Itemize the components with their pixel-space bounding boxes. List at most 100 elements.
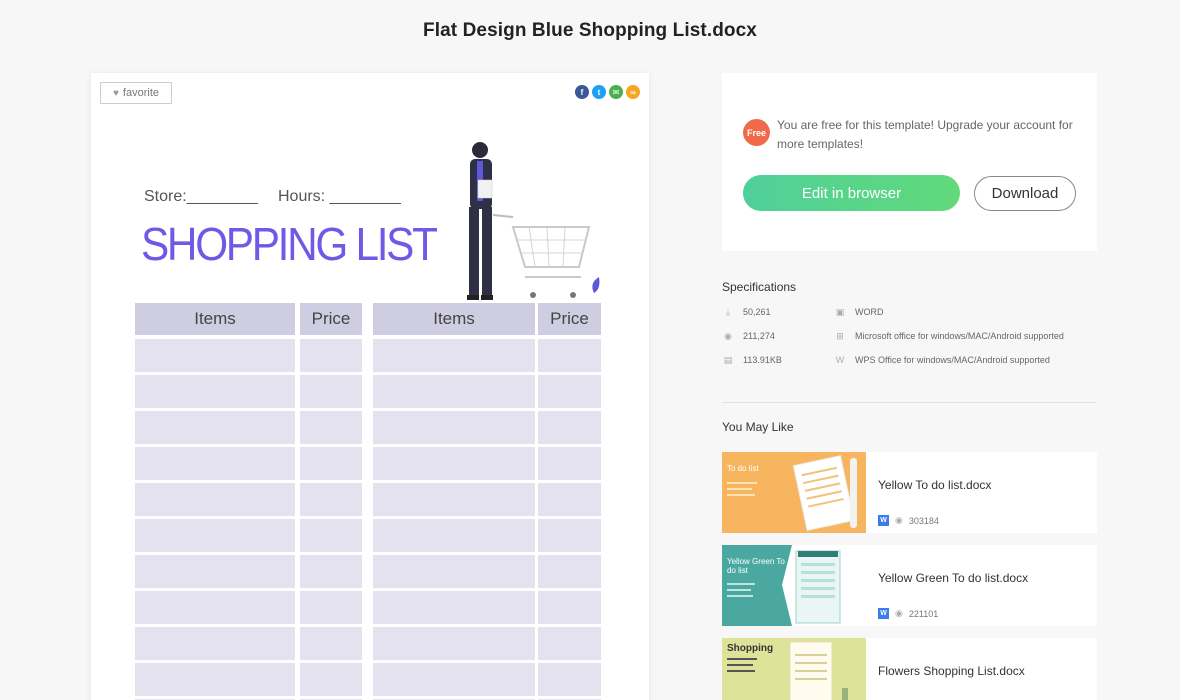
spec-format: ▣ WORD [834,306,884,318]
wps-icon: W [835,355,845,365]
free-badge: Free [743,119,770,146]
section-divider [722,402,1097,403]
recommended-item[interactable]: To do list Yellow To do list.docx W ◉ 30… [722,452,1097,533]
specifications-title: Specifications [722,280,797,294]
spec-views: ◉ 211,274 [722,330,775,342]
favorite-label: favorite [122,87,159,99]
table-cell [373,339,535,372]
table-cell [373,375,535,408]
edit-in-browser-button[interactable]: Edit in browser [743,175,960,211]
table-cell [135,411,295,444]
table-cell [300,447,362,480]
recommended-meta: W ◉ 221101 [878,608,938,619]
doc-heading: SHOPPING LIST [141,218,438,270]
heart-icon: ♥ [112,87,119,99]
template-preview: ♥ favorite f t ✉ ∞ Store:________ Hours:… [91,73,649,700]
recommended-item[interactable]: Shopping Flowers Shopping List.docx [722,638,1097,700]
table-cell [538,411,601,444]
table-cell [135,555,295,588]
column-header-price: Price [300,303,362,335]
table-cell [300,591,362,624]
share-bar: f t ✉ ∞ [575,85,640,99]
table-cell [300,411,362,444]
table-cell [135,663,295,696]
table-cell [373,591,535,624]
table-cell [300,483,362,516]
table-cell [373,627,535,660]
page-title: Flat Design Blue Shopping List.docx [423,20,757,41]
table-cell [538,375,601,408]
column-header-items: Items [135,303,295,335]
column-header-price: Price [538,303,601,335]
recommended-views: 221101 [908,608,939,619]
spec-downloads-value: 50,261 [743,307,771,317]
spec-size-value: 113.91KB [743,355,782,365]
table-cell [538,591,601,624]
spec-format-value: WORD [855,307,884,317]
table-cell [373,663,535,696]
table-cell [135,591,295,624]
recommended-title: Yellow Green To do list.docx [878,571,1029,585]
table-cell [373,411,535,444]
table-cell [300,375,362,408]
table-cell [135,483,295,516]
spec-compat-wps-value: WPS Office for windows/MAC/Android suppo… [855,355,1050,365]
table-cell [373,447,535,480]
twitter-icon[interactable]: t [592,85,606,99]
shopper-illustration [467,142,600,300]
spec-compat-wps: W WPS Office for windows/MAC/Android sup… [834,354,1050,366]
free-message: You are free for this template! Upgrade … [777,118,1073,151]
table-cell [135,627,295,660]
document-format-icon: ▣ [835,306,845,317]
eye-icon: ◉ [895,608,903,618]
word-icon: W [878,608,889,619]
table-cell [373,555,535,588]
thumbnail-graphic [727,455,857,531]
you-may-like-title: You May Like [722,420,794,434]
table-cell [135,375,295,408]
table-cell [538,447,601,480]
eye-icon: ◉ [895,515,903,525]
eye-icon: ◉ [724,330,732,341]
recommended-item[interactable]: Yellow Green To do list Yellow Green To … [722,545,1097,626]
spec-compat-microsoft-value: Microsoft office for windows/MAC/Android… [855,331,1064,341]
table-cell [538,339,601,372]
table-cell [538,483,601,516]
table-cell [300,339,362,372]
doc-store-label: Store:________ [144,188,258,205]
recommended-views: 303184 [908,515,939,526]
windows-icon: ⊞ [836,330,844,341]
recommended-thumbnail: Yellow Green To do list [722,545,866,626]
recommended-title: Flowers Shopping List.docx [878,664,1025,678]
recommended-meta: W ◉ 303184 [878,515,939,526]
table-cell [373,483,535,516]
table-cell [300,555,362,588]
spec-compat-microsoft: ⊞ Microsoft office for windows/MAC/Andro… [834,330,1064,342]
recommended-thumbnail: Shopping [722,638,866,700]
table-cell [300,663,362,696]
table-cell [538,555,601,588]
doc-hours-label: Hours: ________ [278,188,401,205]
spec-downloads: ⤓ 50,261 [722,306,771,318]
spec-views-value: 211,274 [743,331,775,341]
favorite-button[interactable]: ♥ favorite [100,82,172,104]
table-cell [538,663,601,696]
thumbnail-caption: Yellow Green To do list [727,557,785,575]
table-cell [300,627,362,660]
table-cell [373,519,535,552]
email-icon[interactable]: ✉ [609,85,623,99]
file-size-icon: ▤ [723,354,733,365]
table-cell [538,519,601,552]
link-icon[interactable]: ∞ [626,85,640,99]
recommended-thumbnail: To do list [722,452,866,533]
table-cell [538,627,601,660]
table-cell [135,519,295,552]
recommended-title: Yellow To do list.docx [878,478,992,492]
word-icon: W [878,515,889,526]
table-cell [135,339,295,372]
table-cell [300,519,362,552]
facebook-icon[interactable]: f [575,85,589,99]
spec-size: ▤ 113.91KB [722,354,782,366]
table-cell [135,447,295,480]
download-button[interactable]: Download [974,176,1076,211]
